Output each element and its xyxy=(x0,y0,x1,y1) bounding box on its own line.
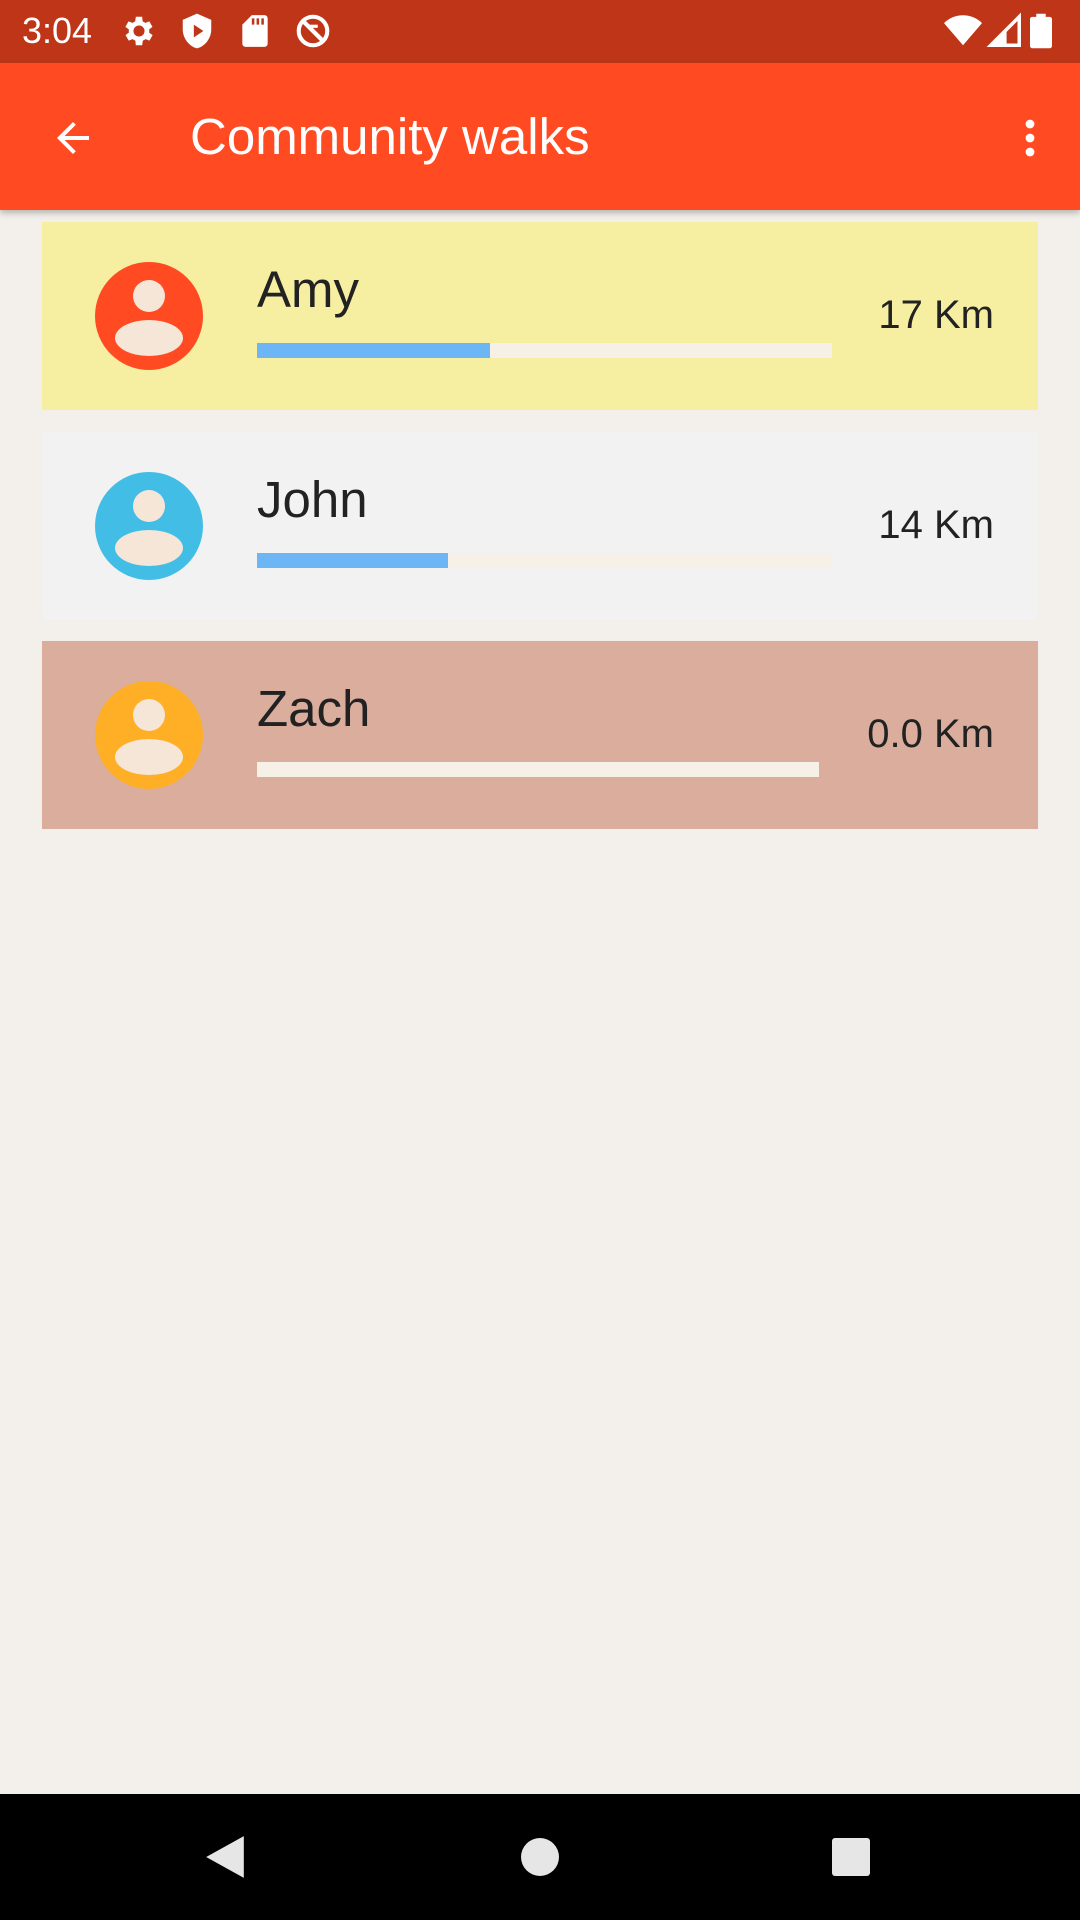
screen: 3:04 Community walks Amy 17 Km John 14 K… xyxy=(0,0,1080,1920)
walker-distance: 0.0 Km xyxy=(867,712,994,756)
more-vert-icon xyxy=(1025,119,1035,157)
app-bar: Community walks xyxy=(0,63,1080,210)
progress-bar xyxy=(257,553,832,568)
battery-icon xyxy=(1030,12,1060,50)
walker-name: Amy xyxy=(257,261,359,318)
walk-card-zach[interactable]: Zach 0.0 Km xyxy=(42,641,1038,829)
status-bar: 3:04 xyxy=(0,0,1080,63)
person-icon xyxy=(95,472,203,580)
status-time: 3:04 xyxy=(22,10,93,51)
wifi-icon xyxy=(944,12,982,50)
arrow-back-icon xyxy=(57,122,89,154)
walker-name: John xyxy=(257,471,368,528)
back-button[interactable] xyxy=(28,98,118,178)
person-icon xyxy=(95,262,203,370)
sd-card-icon xyxy=(236,12,274,50)
walker-distance: 17 Km xyxy=(878,293,994,337)
nav-home-button[interactable] xyxy=(507,1824,573,1890)
navigation-bar xyxy=(0,1794,1080,1920)
more-options-button[interactable] xyxy=(1000,98,1060,178)
progress-bar-fill xyxy=(257,553,449,568)
progress-bar xyxy=(257,762,819,777)
cell-signal-icon xyxy=(986,12,1024,50)
gear-icon xyxy=(120,12,158,50)
walk-card-amy[interactable]: Amy 17 Km xyxy=(42,222,1038,410)
walker-distance: 14 Km xyxy=(878,503,994,547)
recents-square-icon xyxy=(832,1838,870,1876)
progress-bar xyxy=(257,343,832,358)
person-icon xyxy=(95,681,203,789)
nav-back-button[interactable] xyxy=(192,1824,258,1890)
shield-play-icon xyxy=(178,12,216,50)
back-triangle-icon xyxy=(206,1836,244,1878)
nav-recents-button[interactable] xyxy=(818,1824,884,1890)
page-title: Community walks xyxy=(190,108,590,165)
home-circle-icon xyxy=(521,1838,559,1876)
no-sync-icon xyxy=(294,12,332,50)
walk-card-john[interactable]: John 14 Km xyxy=(42,432,1038,620)
progress-bar-fill xyxy=(257,343,490,358)
walker-name: Zach xyxy=(257,680,371,737)
